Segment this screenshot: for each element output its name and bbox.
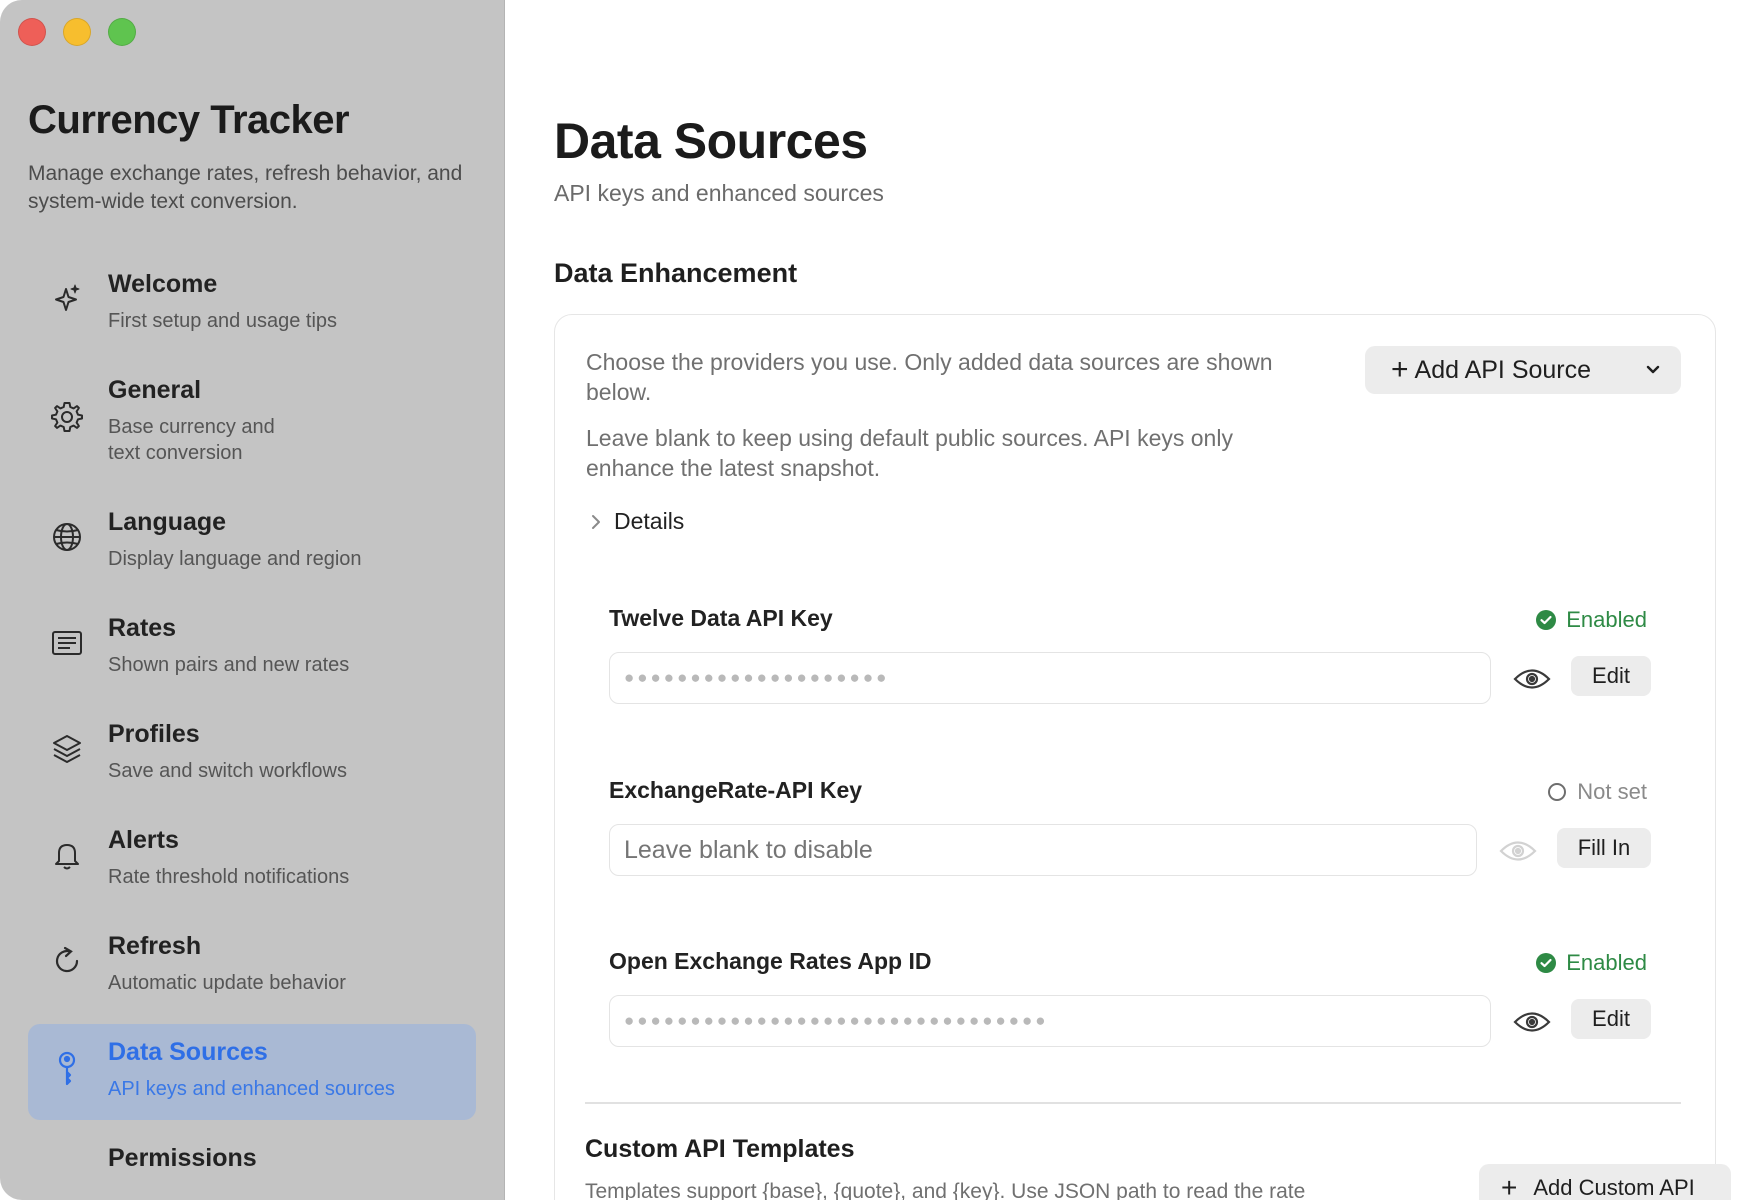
sidebar-item-refresh[interactable]: Refresh Automatic update behavior bbox=[28, 918, 476, 1024]
sidebar-item-desc: Base currency and text conversion bbox=[108, 416, 275, 464]
eye-icon[interactable] bbox=[1513, 1009, 1551, 1035]
bell-icon bbox=[50, 838, 84, 872]
status-text: Not set bbox=[1577, 779, 1647, 804]
sidebar-item-desc: Shown pairs and new rates bbox=[108, 654, 350, 676]
status-badge: Enabled bbox=[1536, 950, 1647, 976]
sidebar-item-label: Profiles bbox=[108, 720, 200, 748]
intro-text: Choose the providers you use. Only added… bbox=[586, 347, 1286, 483]
sidebar-item-desc: API keys and enhanced sources bbox=[108, 1078, 395, 1100]
status-badge: Enabled bbox=[1536, 607, 1647, 633]
empty-circle-icon bbox=[1547, 782, 1567, 802]
status-text: Enabled bbox=[1566, 950, 1647, 975]
sidebar-item-desc: First setup and usage tips bbox=[108, 310, 338, 332]
layers-icon bbox=[50, 732, 84, 766]
list-icon bbox=[50, 626, 84, 660]
refresh-icon bbox=[50, 944, 84, 978]
sidebar-item-label: Refresh bbox=[108, 932, 202, 960]
sidebar-item-label: Rates bbox=[108, 614, 177, 642]
sidebar-nav: Welcome First setup and usage tips Gener… bbox=[28, 256, 476, 1200]
app-subtitle: Manage exchange rates, refresh behavior,… bbox=[28, 162, 463, 213]
sidebar-item-desc: Rate threshold notifications bbox=[108, 866, 350, 888]
check-circle-icon bbox=[1536, 610, 1557, 630]
page-title: Data Sources bbox=[554, 113, 868, 169]
exchangerate-api-field: ExchangeRate-API Key Not set Fill In bbox=[609, 777, 1651, 887]
sidebar-item-label: Permissions bbox=[108, 1144, 257, 1172]
edit-button[interactable]: Edit bbox=[1571, 656, 1651, 696]
sidebar-item-language[interactable]: Language Display language and region bbox=[28, 494, 476, 600]
sidebar: Currency Tracker Manage exchange rates, … bbox=[0, 0, 505, 1200]
field-label: Twelve Data API Key bbox=[609, 605, 833, 631]
status-badge: Not set bbox=[1547, 779, 1647, 805]
open-exchange-rates-field: Open Exchange Rates App ID Enabled ●●●●●… bbox=[609, 948, 1651, 1058]
add-custom-api-label: Add Custom API bbox=[1533, 1175, 1695, 1200]
app-title: Currency Tracker bbox=[28, 98, 350, 142]
sidebar-item-general[interactable]: General Base currency and text conversio… bbox=[28, 362, 476, 494]
intro-paragraph: Choose the providers you use. Only added… bbox=[586, 349, 1273, 405]
twelve-data-field: Twelve Data API Key Enabled ●●●●●●●●●●●●… bbox=[609, 605, 1651, 715]
check-circle-icon bbox=[1536, 953, 1557, 973]
sidebar-item-welcome[interactable]: Welcome First setup and usage tips bbox=[28, 256, 476, 362]
exchangerate-api-key-input[interactable] bbox=[609, 824, 1477, 876]
edit-button[interactable]: Edit bbox=[1571, 999, 1651, 1039]
sidebar-item-desc: Display language and region bbox=[108, 548, 362, 570]
globe-icon bbox=[50, 520, 84, 554]
page-subtitle: API keys and enhanced sources bbox=[554, 180, 884, 206]
section-title: Data Enhancement bbox=[554, 258, 798, 288]
twelve-data-key-input[interactable]: ●●●●●●●●●●●●●●●●●●●● bbox=[609, 652, 1491, 704]
add-api-source-label: Add API Source bbox=[1414, 355, 1592, 384]
field-label: ExchangeRate-API Key bbox=[609, 777, 863, 803]
add-custom-api-button[interactable]: + Add Custom API bbox=[1479, 1164, 1731, 1200]
sidebar-item-permissions[interactable]: Permissions bbox=[28, 1130, 476, 1200]
plus-icon: + bbox=[1391, 353, 1409, 386]
main-content: Data Sources API keys and enhanced sourc… bbox=[505, 0, 1760, 1200]
sidebar-item-rates[interactable]: Rates Shown pairs and new rates bbox=[28, 600, 476, 706]
eye-icon[interactable] bbox=[1499, 838, 1537, 864]
sidebar-item-label: Alerts bbox=[108, 826, 179, 854]
app-window: Currency Tracker Manage exchange rates, … bbox=[0, 0, 1760, 1200]
custom-api-templates-desc: Templates support {base}, {quote}, and {… bbox=[585, 1180, 1306, 1200]
open-exchange-rates-id-input[interactable]: ●●●●●●●●●●●●●●●●●●●●●●●●●●●●●●●● bbox=[609, 995, 1491, 1047]
intro-paragraph: Leave blank to keep using default public… bbox=[586, 425, 1233, 481]
window-controls bbox=[18, 18, 136, 46]
status-text: Enabled bbox=[1566, 607, 1647, 632]
chevron-down-icon bbox=[1643, 359, 1663, 379]
sidebar-item-profiles[interactable]: Profiles Save and switch workflows bbox=[28, 706, 476, 812]
details-label: Details bbox=[614, 508, 685, 534]
custom-api-templates-title: Custom API Templates bbox=[585, 1135, 855, 1163]
add-api-source-button[interactable]: + Add API Source bbox=[1365, 346, 1681, 394]
sparkles-icon bbox=[50, 282, 84, 316]
sidebar-item-desc: Save and switch workflows bbox=[108, 760, 347, 782]
sidebar-item-label: Language bbox=[108, 508, 227, 536]
details-disclosure[interactable]: Details bbox=[588, 508, 684, 535]
close-window-button[interactable] bbox=[18, 18, 46, 46]
sidebar-item-data-sources[interactable]: Data Sources API keys and enhanced sourc… bbox=[28, 1024, 476, 1120]
key-icon bbox=[50, 1050, 84, 1086]
fill-in-button[interactable]: Fill In bbox=[1557, 828, 1651, 868]
divider bbox=[585, 1102, 1681, 1104]
field-label: Open Exchange Rates App ID bbox=[609, 948, 932, 974]
eye-icon[interactable] bbox=[1513, 666, 1551, 692]
gear-icon bbox=[50, 400, 84, 434]
plus-icon: + bbox=[1501, 1172, 1518, 1200]
minimize-window-button[interactable] bbox=[63, 18, 91, 46]
sidebar-item-label: General bbox=[108, 376, 202, 404]
chevron-right-icon bbox=[588, 512, 604, 532]
sidebar-item-label: Data Sources bbox=[108, 1038, 268, 1066]
data-enhancement-card: Choose the providers you use. Only added… bbox=[554, 314, 1731, 1200]
zoom-window-button[interactable] bbox=[108, 18, 136, 46]
sidebar-item-label: Welcome bbox=[108, 270, 218, 298]
sidebar-item-desc: Automatic update behavior bbox=[108, 972, 346, 994]
sidebar-item-alerts[interactable]: Alerts Rate threshold notifications bbox=[28, 812, 476, 918]
